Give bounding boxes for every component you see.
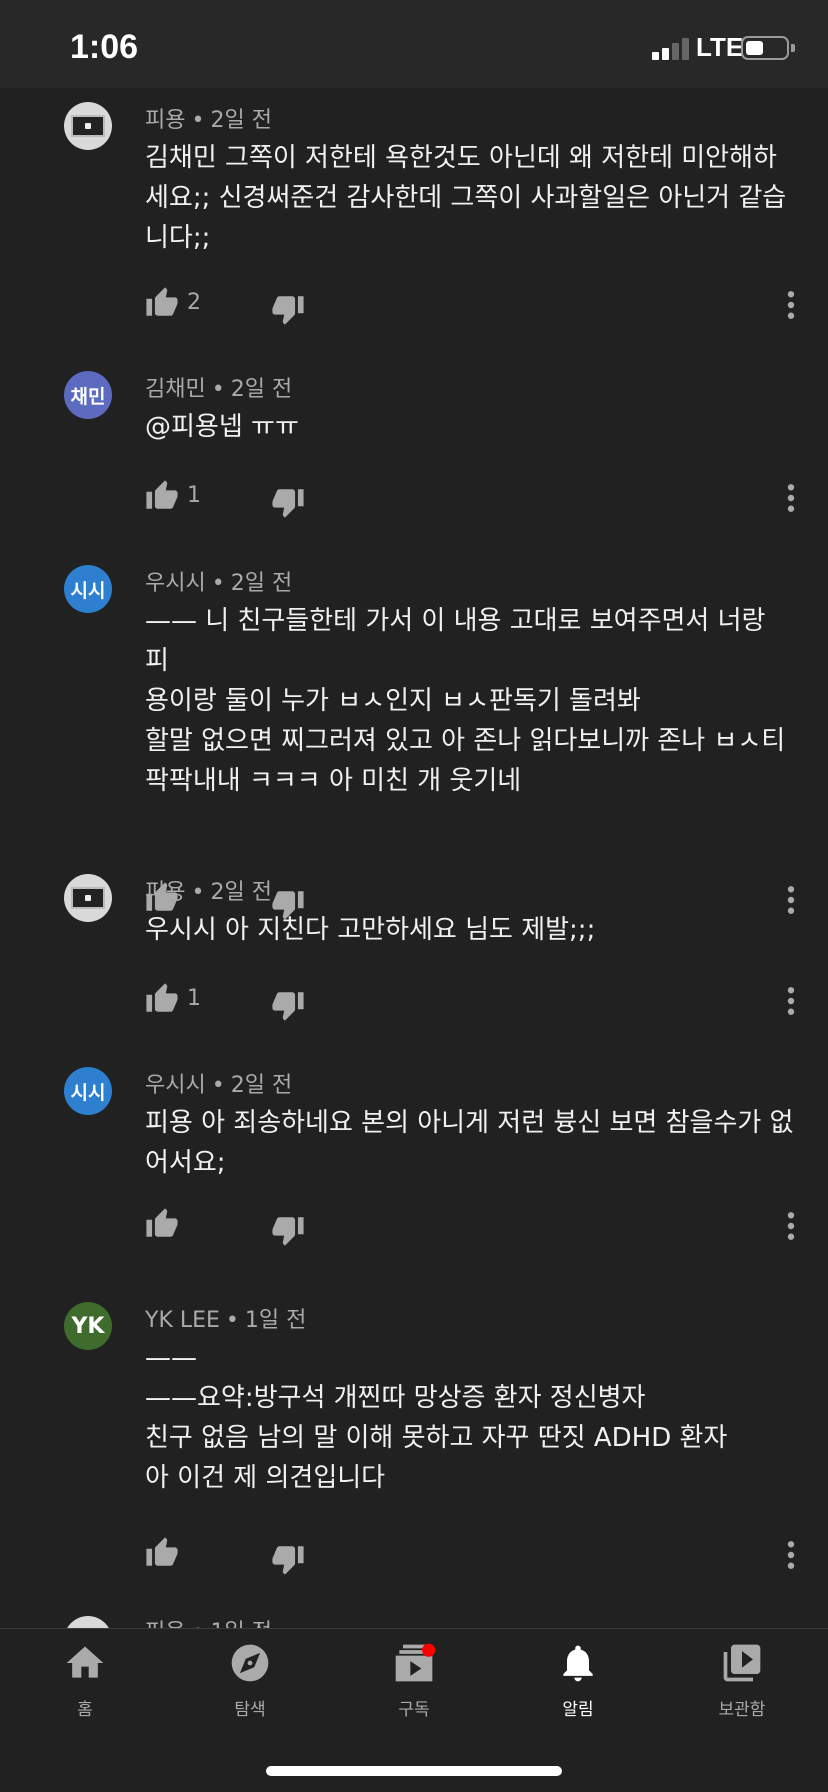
dislike-icon[interactable] [271, 1542, 305, 1576]
comment-meta: 우시시 • 2일 전 [145, 1073, 293, 1098]
home-indicator[interactable] [266, 1766, 562, 1776]
avatar-initials: YK [71, 1313, 105, 1339]
comment-author[interactable]: 피용 [145, 880, 185, 905]
avatar[interactable]: 시시 [64, 1067, 112, 1115]
comment-time: 2일 전 [210, 108, 272, 133]
comment-actions: 1 [145, 479, 805, 519]
avatar-initials: 시시 [70, 579, 106, 602]
comment-item-partial: 피용•1일 전 [0, 1612, 828, 1628]
comment-text: 김채민 그쪽이 저한테 욕한것도 아닌데 왜 저한테 미안해하 세요;; 신경써… [145, 143, 787, 253]
nav-label: 홈 [77, 1700, 93, 1720]
comment-meta: 우시시 • 2일 전 [145, 571, 293, 596]
nav-label: 탐색 [234, 1700, 266, 1720]
comment-author[interactable]: 피용 [145, 1620, 185, 1628]
avatar-initials: 시시 [70, 1081, 106, 1104]
dislike-icon[interactable] [271, 292, 305, 326]
subscriptions-icon [395, 1643, 436, 1682]
library-icon [723, 1644, 761, 1682]
avatar[interactable] [64, 874, 112, 922]
comment-text: —— 니 친구들한테 가서 이 내용 고대로 보여주면서 너랑 피 용이랑 둘이… [145, 606, 786, 796]
nav-label: 알림 [562, 1700, 594, 1720]
nav-explore[interactable]: 탐색 [190, 1641, 310, 1720]
nav-home[interactable]: 홈 [25, 1641, 145, 1720]
like-icon[interactable] [145, 1207, 179, 1241]
avatar-initials: 채민 [70, 385, 106, 408]
comment-text: @피용넵 ㅠㅠ [145, 412, 299, 442]
nav-library[interactable]: 보관함 [682, 1641, 802, 1720]
avatar[interactable] [64, 102, 112, 150]
like-count: 1 [187, 986, 201, 1011]
comment-text: 우시시 아 지친다 고만하세요 님도 제발;;; [145, 915, 596, 945]
comment-meta: 김채민 • 2일 전 [145, 377, 293, 402]
nav-notifications[interactable]: 알림 [518, 1641, 638, 1720]
dislike-icon[interactable] [271, 485, 305, 519]
notifications-icon [563, 1645, 593, 1682]
more-options-icon[interactable] [785, 290, 797, 320]
avatar[interactable]: YK [64, 1302, 112, 1350]
comment-time: 1일 전 [244, 1308, 307, 1333]
comment-time: 2일 전 [230, 571, 293, 596]
status-time: 1:06 [70, 28, 139, 66]
comment-author[interactable]: 피용 [145, 108, 185, 133]
more-options-icon[interactable] [785, 986, 797, 1016]
like-icon[interactable] [145, 479, 179, 513]
network-type: LTE [696, 32, 744, 62]
explore-icon [231, 1644, 269, 1682]
avatar[interactable] [64, 1616, 112, 1628]
like-count: 1 [187, 483, 201, 508]
comment-time: 2일 전 [230, 1073, 293, 1098]
dislike-icon[interactable] [271, 988, 305, 1022]
comment-meta: 피용 • 2일 전 [145, 880, 272, 905]
comment-actions [145, 1207, 805, 1247]
comment-time: 1일 전 [210, 1620, 271, 1628]
status-bar: 1:06 LTE [0, 0, 828, 88]
comment-text: —— ——요약:방구석 개찐따 망상증 환자 정신병자 친구 없음 남의 말 이… [145, 1343, 728, 1493]
like-icon[interactable] [145, 286, 179, 320]
home-icon [66, 1646, 104, 1678]
more-options-icon[interactable] [785, 1540, 797, 1570]
avatar[interactable]: 시시 [64, 565, 112, 613]
battery-icon [741, 36, 789, 60]
nav-label: 보관함 [718, 1700, 766, 1720]
comment-actions: 1 [145, 982, 805, 1022]
comment-meta: YK LEE • 1일 전 [145, 1308, 307, 1333]
nav-subscriptions[interactable]: 구독 [354, 1641, 474, 1720]
nav-label: 구독 [398, 1700, 430, 1720]
comment-meta: 피용•1일 전 [145, 1614, 272, 1628]
comment-meta: 피용 • 2일 전 [145, 108, 272, 133]
comment-text: 피용 아 죄송하네요 본의 아니게 저런 븅신 보면 참을수가 없 어서요; [145, 1108, 794, 1178]
comment-author[interactable]: 우시시 [145, 571, 206, 596]
avatar[interactable]: 채민 [64, 371, 112, 419]
like-icon[interactable] [145, 1536, 179, 1570]
comment-actions [145, 1536, 805, 1576]
like-icon[interactable] [145, 982, 179, 1016]
more-options-icon[interactable] [785, 1211, 797, 1241]
signal-strength-icon [652, 36, 692, 60]
comment-author[interactable]: 김채민 [145, 377, 206, 402]
comment-time: 2일 전 [210, 880, 272, 905]
comment-author[interactable]: 우시시 [145, 1073, 206, 1098]
like-count: 2 [187, 290, 201, 315]
comment-actions: 2 [145, 286, 805, 326]
comment-time: 2일 전 [230, 377, 293, 402]
dislike-icon[interactable] [271, 1213, 305, 1247]
comment-author[interactable]: YK LEE [145, 1308, 220, 1333]
more-options-icon[interactable] [785, 483, 797, 513]
